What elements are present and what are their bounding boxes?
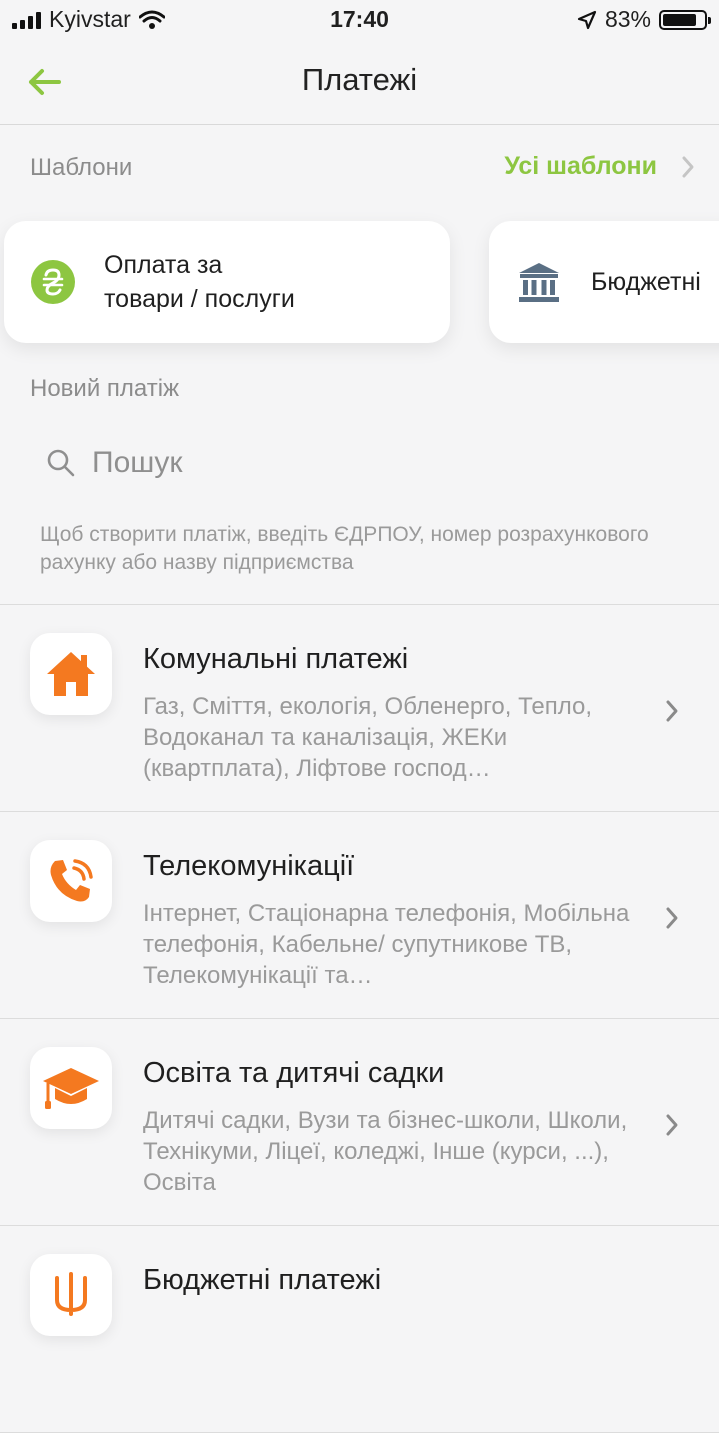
- templates-label: Шаблони: [30, 154, 133, 181]
- bank-icon: [519, 263, 559, 302]
- location-arrow-icon: [577, 10, 597, 29]
- search-icon: [47, 449, 75, 477]
- category-title: Бюджетні платежі: [143, 1264, 382, 1296]
- chevron-right-icon: [666, 1114, 678, 1136]
- nav-bar: Платежі: [0, 40, 719, 125]
- search-input[interactable]: Пошук: [46, 446, 182, 480]
- category-education[interactable]: Освіта та дитячі садки Дитячі садки, Вуз…: [0, 1019, 719, 1226]
- phone-icon: [50, 859, 93, 902]
- template-card-line1: Оплата за: [104, 251, 223, 279]
- template-card-goods[interactable]: Оплата за товари / послуги: [4, 221, 450, 343]
- category-description: Дитячі садки, Вузи та бізнес-школи, Школ…: [143, 1107, 628, 1196]
- category-list: Комунальні платежі Газ, Сміття, екологія…: [0, 604, 719, 1433]
- all-templates-link[interactable]: Усі шаблони: [504, 152, 695, 181]
- graduation-cap-icon: [43, 1068, 99, 1109]
- category-budget[interactable]: Бюджетні платежі: [0, 1226, 719, 1433]
- template-card-budget-label: Бюджетні: [591, 268, 701, 296]
- battery-percent: 83%: [604, 6, 651, 32]
- chevron-right-icon: [666, 907, 678, 929]
- page-title: Платежі: [301, 62, 418, 97]
- category-utilities[interactable]: Комунальні платежі Газ, Сміття, екологія…: [0, 605, 719, 812]
- category-description: Інтернет, Стаціонарна телефонія, Мобільн…: [143, 900, 630, 989]
- all-templates-label: Усі шаблони: [504, 152, 657, 180]
- new-payment-label: Новий платіж: [30, 375, 180, 402]
- category-title: Освіта та дитячі садки: [143, 1057, 445, 1089]
- trident-icon: [55, 1272, 87, 1316]
- status-bar: Kyivstar 17:40 83%: [0, 0, 719, 40]
- category-title: Комунальні платежі: [143, 643, 409, 675]
- category-title: Телекомунікації: [143, 850, 355, 882]
- category-telecom[interactable]: Телекомунікації Інтернет, Стаціонарна те…: [0, 812, 719, 1019]
- battery-icon: [659, 9, 711, 30]
- chevron-right-icon: [666, 700, 678, 722]
- search-hint: Щоб створити платіж, введіть ЄДРПОУ, ном…: [40, 523, 649, 574]
- back-arrow-icon[interactable]: [26, 64, 62, 100]
- chevron-right-icon: [682, 156, 694, 177]
- house-icon: [47, 652, 95, 696]
- template-card-budget[interactable]: Бюджетні: [489, 221, 719, 343]
- category-description: Газ, Сміття, екологія, Обленерго, Тепло,…: [143, 693, 593, 782]
- search-placeholder: Пошук: [92, 446, 183, 479]
- hryvnia-icon: [31, 260, 75, 304]
- template-card-line2: товари / послуги: [104, 285, 295, 313]
